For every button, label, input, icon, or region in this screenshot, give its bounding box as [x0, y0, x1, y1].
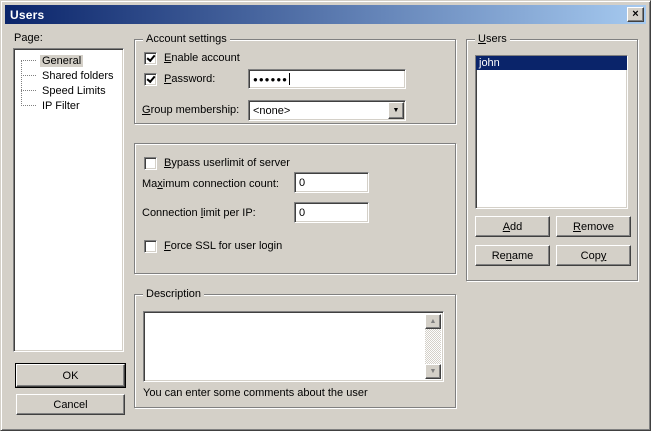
group-membership-label: Group membership: — [142, 104, 239, 116]
force-ssl-checkbox[interactable]: Force SSL for user login — [144, 240, 282, 253]
text-caret — [289, 73, 290, 85]
tree-item-label: IP Filter — [40, 100, 82, 112]
copy-user-button[interactable]: Copy — [556, 245, 631, 266]
force-ssl-label: Force SSL for user login — [164, 240, 282, 252]
add-user-button[interactable]: Add — [475, 216, 550, 237]
page-tree: General Shared folders Speed Limits IP F… — [13, 48, 124, 352]
scroll-down-button[interactable]: ▼ — [425, 364, 441, 379]
list-item-john[interactable]: john — [476, 56, 627, 70]
page-list-label: Page: — [14, 32, 43, 44]
group-membership-select[interactable]: <none> ▼ — [248, 100, 406, 121]
connection-limit-per-ip-input[interactable]: 0 — [294, 202, 369, 223]
group-membership-value: <none> — [253, 105, 290, 117]
description-textarea[interactable]: ▲ ▼ — [143, 311, 444, 382]
users-list[interactable]: john — [475, 55, 628, 209]
connection-limit-per-ip-label: Connection limit per IP: — [142, 207, 256, 219]
checkbox-box[interactable] — [144, 157, 157, 170]
users-group-title: Users — [475, 33, 510, 45]
sidebar-item-shared-folders[interactable]: Shared folders — [14, 68, 123, 83]
max-connection-count-input[interactable]: 0 — [294, 172, 369, 193]
combo-dropdown-button[interactable]: ▼ — [388, 102, 404, 119]
window-title: Users — [10, 8, 44, 22]
ok-button[interactable]: OK — [16, 364, 125, 387]
checkbox-box[interactable] — [144, 52, 157, 65]
sidebar-item-general[interactable]: General — [14, 53, 123, 68]
sidebar-item-ip-filter[interactable]: IP Filter — [14, 98, 123, 113]
bypass-userlimit-checkbox[interactable]: Bypass userlimit of server — [144, 157, 290, 170]
checkbox-box[interactable] — [144, 73, 157, 86]
cancel-button[interactable]: Cancel — [16, 394, 125, 415]
enable-account-checkbox[interactable]: Enable account — [144, 52, 240, 65]
scroll-up-button[interactable]: ▲ — [425, 314, 441, 329]
password-masked-value: ●●●●●● — [253, 75, 288, 84]
tree-item-label: Speed Limits — [40, 85, 108, 97]
rename-user-button[interactable]: Rename — [475, 245, 550, 266]
close-button[interactable]: × — [627, 7, 644, 22]
users-dialog: Users × Page: General Shared folders Spe… — [0, 0, 651, 431]
arrow-up-icon: ▲ — [430, 318, 437, 325]
sidebar-item-speed-limits[interactable]: Speed Limits — [14, 83, 123, 98]
chevron-down-icon: ▼ — [393, 107, 400, 114]
enable-account-label: Enable account — [164, 52, 240, 64]
tree-item-label: General — [40, 55, 83, 67]
password-label: Password: — [164, 73, 215, 85]
title-bar[interactable]: Users × — [5, 5, 646, 24]
account-settings-title: Account settings — [143, 33, 230, 45]
tree-item-label: Shared folders — [40, 70, 116, 82]
close-icon: × — [632, 9, 638, 20]
max-connection-count-label: Maximum connection count: — [142, 178, 279, 190]
checkbox-box[interactable] — [144, 240, 157, 253]
description-hint: You can enter some comments about the us… — [143, 387, 368, 399]
description-scrollbar[interactable]: ▲ ▼ — [425, 314, 441, 379]
description-title: Description — [143, 288, 204, 300]
remove-user-button[interactable]: Remove — [556, 216, 631, 237]
bypass-userlimit-label: Bypass userlimit of server — [164, 157, 290, 169]
password-input[interactable]: ●●●●●● — [248, 69, 406, 89]
arrow-down-icon: ▼ — [430, 368, 437, 375]
password-checkbox[interactable]: Password: — [144, 73, 215, 86]
